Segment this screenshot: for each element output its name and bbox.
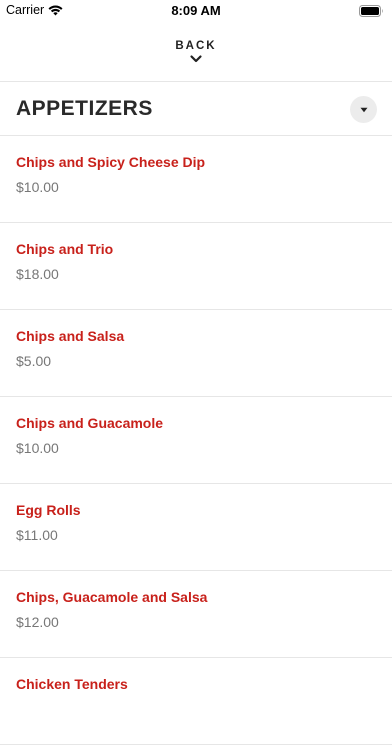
menu-item[interactable]: Chips and Guacamole $10.00	[0, 397, 392, 484]
chevron-down-icon	[190, 55, 202, 63]
menu-item-price: $10.00	[16, 440, 59, 456]
menu-item-price: $11.00	[16, 527, 58, 543]
back-button[interactable]: BACK	[0, 34, 392, 74]
menu-item-name: Chicken Tenders	[16, 676, 128, 692]
menu-item-name: Chips and Salsa	[16, 328, 125, 344]
back-label: BACK	[175, 40, 217, 52]
menu-item[interactable]: Chips and Salsa $5.00	[0, 310, 392, 397]
battery-icon	[359, 5, 384, 17]
menu-item-price: $10.00	[16, 179, 59, 195]
menu-item-price: $5.00	[16, 353, 52, 369]
menu-item-name: Chips and Guacamole	[16, 415, 164, 431]
menu-item-name: Chips and Trio	[16, 241, 114, 257]
menu-item[interactable]: Egg Rolls $11.00	[0, 484, 392, 571]
section-header: APPETIZERS	[0, 82, 392, 136]
menu-item-price: $12.00	[16, 614, 59, 630]
menu-item[interactable]: Chicken Tenders	[0, 658, 392, 745]
menu-list: Chips and Spicy Cheese Dip $10.00 Chips …	[0, 136, 392, 745]
menu-item-name: Chips, Guacamole and Salsa	[16, 589, 208, 605]
menu-item[interactable]: Chips, Guacamole and Salsa $12.00	[0, 571, 392, 658]
menu-item-price: $18.00	[16, 266, 59, 282]
status-time: 8:09 AM	[171, 3, 221, 18]
menu-item-name: Chips and Spicy Cheese Dip	[16, 154, 206, 170]
status-bar: Carrier 8:09 AM	[0, 0, 392, 22]
menu-item[interactable]: Chips and Trio $18.00	[0, 223, 392, 310]
caret-down-icon	[360, 107, 367, 112]
menu-item[interactable]: Chips and Spicy Cheese Dip $10.00	[0, 136, 392, 223]
section-title: APPETIZERS	[16, 97, 153, 120]
category-dropdown-button[interactable]	[350, 96, 377, 123]
menu-item-name: Egg Rolls	[16, 502, 81, 518]
